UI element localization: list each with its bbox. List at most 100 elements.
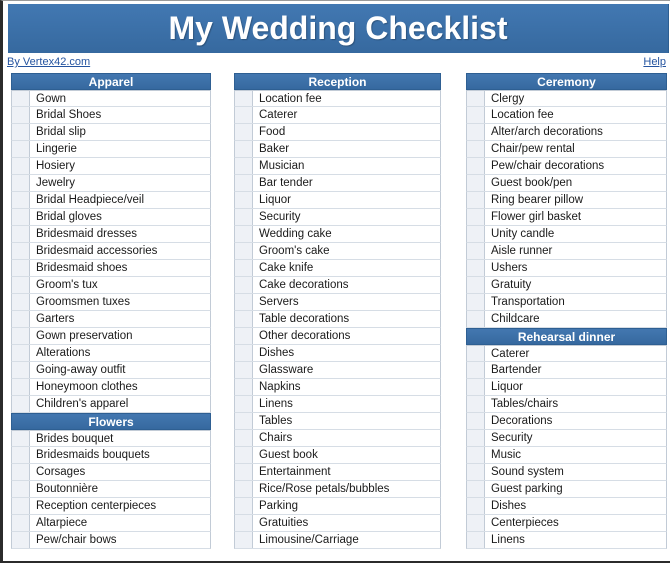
checkbox-cell[interactable] — [12, 260, 30, 276]
checklist-row[interactable]: Chairs — [234, 430, 441, 447]
checkbox-cell[interactable] — [235, 175, 253, 191]
checkbox-cell[interactable] — [12, 124, 30, 140]
checkbox-cell[interactable] — [235, 141, 253, 157]
checkbox-cell[interactable] — [12, 311, 30, 327]
checkbox-cell[interactable] — [467, 447, 485, 463]
checklist-row[interactable]: Corsages — [11, 464, 211, 481]
checkbox-cell[interactable] — [467, 226, 485, 242]
checkbox-cell[interactable] — [12, 328, 30, 344]
checklist-row[interactable]: Lingerie — [11, 141, 211, 158]
checkbox-cell[interactable] — [235, 481, 253, 497]
checkbox-cell[interactable] — [467, 141, 485, 157]
checklist-row[interactable]: Caterer — [466, 345, 667, 362]
checklist-row[interactable]: Guest parking — [466, 481, 667, 498]
checkbox-cell[interactable] — [467, 362, 485, 378]
checklist-row[interactable]: Bridesmaids bouquets — [11, 447, 211, 464]
checklist-row[interactable]: Reception centerpieces — [11, 498, 211, 515]
checklist-row[interactable]: Security — [466, 430, 667, 447]
checklist-row[interactable]: Liquor — [466, 379, 667, 396]
checkbox-cell[interactable] — [235, 260, 253, 276]
checkbox-cell[interactable] — [12, 243, 30, 259]
checklist-row[interactable]: Bridesmaid accessories — [11, 243, 211, 260]
checklist-row[interactable]: Pew/chair decorations — [466, 158, 667, 175]
checklist-row[interactable]: Childcare — [466, 311, 667, 328]
checklist-row[interactable]: Baker — [234, 141, 441, 158]
checklist-row[interactable]: Wedding cake — [234, 226, 441, 243]
checkbox-cell[interactable] — [467, 243, 485, 259]
checkbox-cell[interactable] — [12, 532, 30, 548]
checkbox-cell[interactable] — [235, 396, 253, 412]
checkbox-cell[interactable] — [467, 209, 485, 225]
checkbox-cell[interactable] — [467, 158, 485, 174]
checklist-row[interactable]: Location fee — [466, 107, 667, 124]
checklist-row[interactable]: Alterations — [11, 345, 211, 362]
checklist-row[interactable]: Location fee — [234, 90, 441, 107]
checkbox-cell[interactable] — [467, 294, 485, 310]
checklist-row[interactable]: Ring bearer pillow — [466, 192, 667, 209]
checkbox-cell[interactable] — [467, 175, 485, 191]
checklist-row[interactable]: Gratuity — [466, 277, 667, 294]
checkbox-cell[interactable] — [12, 345, 30, 361]
checkbox-cell[interactable] — [467, 379, 485, 395]
checkbox-cell[interactable] — [467, 481, 485, 497]
checklist-row[interactable]: Dishes — [234, 345, 441, 362]
checklist-row[interactable]: Gown preservation — [11, 328, 211, 345]
checklist-row[interactable]: Going-away outfit — [11, 362, 211, 379]
checklist-row[interactable]: Cake decorations — [234, 277, 441, 294]
checkbox-cell[interactable] — [467, 413, 485, 429]
checkbox-cell[interactable] — [12, 362, 30, 378]
checkbox-cell[interactable] — [12, 141, 30, 157]
help-link[interactable]: Help — [643, 56, 666, 68]
checkbox-cell[interactable] — [235, 328, 253, 344]
checkbox-cell[interactable] — [235, 91, 253, 106]
checklist-row[interactable]: Decorations — [466, 413, 667, 430]
checklist-row[interactable]: Groom's tux — [11, 277, 211, 294]
checklist-row[interactable]: Linens — [234, 396, 441, 413]
checkbox-cell[interactable] — [467, 192, 485, 208]
checklist-row[interactable]: Liquor — [234, 192, 441, 209]
checkbox-cell[interactable] — [12, 277, 30, 293]
checklist-row[interactable]: Flower girl basket — [466, 209, 667, 226]
checkbox-cell[interactable] — [235, 158, 253, 174]
checklist-row[interactable]: Aisle runner — [466, 243, 667, 260]
checklist-row[interactable]: Bridal Headpiece/veil — [11, 192, 211, 209]
checklist-row[interactable]: Dishes — [466, 498, 667, 515]
checklist-row[interactable]: Transportation — [466, 294, 667, 311]
checklist-row[interactable]: Boutonnière — [11, 481, 211, 498]
checkbox-cell[interactable] — [235, 277, 253, 293]
checkbox-cell[interactable] — [467, 430, 485, 446]
checklist-row[interactable]: Ushers — [466, 260, 667, 277]
checklist-row[interactable]: Entertainment — [234, 464, 441, 481]
checkbox-cell[interactable] — [467, 532, 485, 548]
checklist-row[interactable]: Groomsmen tuxes — [11, 294, 211, 311]
checklist-row[interactable]: Jewelry — [11, 175, 211, 192]
checkbox-cell[interactable] — [12, 294, 30, 310]
checkbox-cell[interactable] — [12, 107, 30, 123]
checkbox-cell[interactable] — [12, 175, 30, 191]
checklist-row[interactable]: Clergy — [466, 90, 667, 107]
checklist-row[interactable]: Security — [234, 209, 441, 226]
checklist-row[interactable]: Bartender — [466, 362, 667, 379]
checklist-row[interactable]: Centerpieces — [466, 515, 667, 532]
checklist-row[interactable]: Bridal slip — [11, 124, 211, 141]
checklist-row[interactable]: Linens — [466, 532, 667, 549]
checkbox-cell[interactable] — [235, 243, 253, 259]
checklist-row[interactable]: Children's apparel — [11, 396, 211, 413]
checklist-row[interactable]: Rice/Rose petals/bubbles — [234, 481, 441, 498]
checkbox-cell[interactable] — [467, 260, 485, 276]
checkbox-cell[interactable] — [12, 431, 30, 446]
checklist-row[interactable]: Guest book — [234, 447, 441, 464]
checkbox-cell[interactable] — [12, 209, 30, 225]
checklist-row[interactable]: Servers — [234, 294, 441, 311]
checkbox-cell[interactable] — [467, 124, 485, 140]
checklist-row[interactable]: Bridal gloves — [11, 209, 211, 226]
checklist-row[interactable]: Brides bouquet — [11, 430, 211, 447]
checklist-row[interactable]: Altarpiece — [11, 515, 211, 532]
checklist-row[interactable]: Hosiery — [11, 158, 211, 175]
checklist-row[interactable]: Garters — [11, 311, 211, 328]
checklist-row[interactable]: Parking — [234, 498, 441, 515]
vertex42-link[interactable]: By Vertex42.com — [7, 56, 90, 68]
checklist-row[interactable]: Music — [466, 447, 667, 464]
checklist-row[interactable]: Napkins — [234, 379, 441, 396]
checkbox-cell[interactable] — [235, 464, 253, 480]
